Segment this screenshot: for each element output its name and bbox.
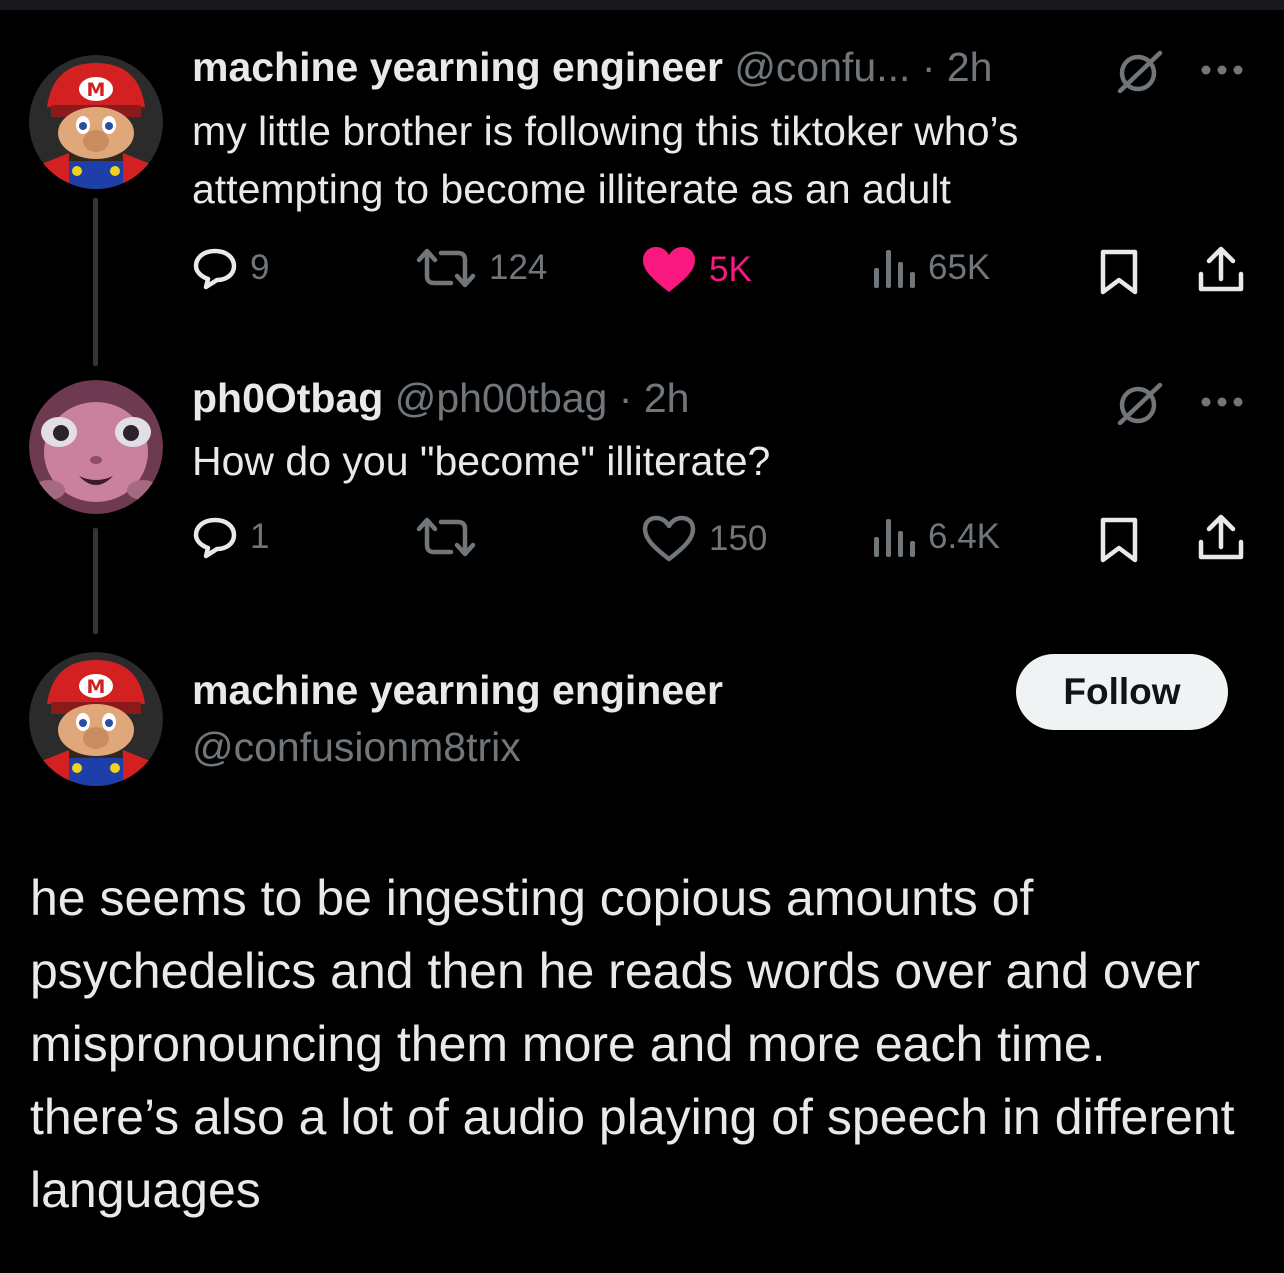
views-icon: [874, 250, 915, 288]
heart-icon: [643, 247, 695, 292]
top-bar: [0, 0, 1284, 10]
tweet2-like-button[interactable]: 150: [641, 515, 767, 563]
reply-icon: [193, 517, 237, 559]
tweet1-repost-button[interactable]: 124: [415, 246, 547, 290]
tweet2-handle[interactable]: @ph00tbag: [395, 375, 608, 421]
tweet1-reply-button[interactable]: 9: [192, 246, 269, 290]
tweet2-text: How do you "become" illiterate?: [192, 438, 771, 484]
bookmark-icon[interactable]: [1098, 249, 1140, 295]
tweet1-views-button[interactable]: 65K: [870, 246, 990, 290]
more-icon[interactable]: [1200, 64, 1248, 76]
tweet1-like-count: 5K: [709, 250, 752, 289]
reply-icon: [193, 248, 237, 290]
avatar-ph0otbag[interactable]: [29, 380, 163, 514]
share-icon[interactable]: [1196, 246, 1246, 294]
repost-icon: [416, 517, 476, 557]
tweet2-like-count: 150: [709, 519, 768, 558]
svg-text:M: M: [87, 79, 106, 101]
tweet1-repost-count: 124: [489, 248, 548, 287]
tweet2-repost-button[interactable]: [415, 515, 489, 559]
bookmark-icon[interactable]: [1098, 517, 1140, 563]
tweet2-reply-count: 1: [250, 517, 270, 556]
avatar-machine-yearning-engineer[interactable]: M: [29, 55, 163, 189]
tweet2-view-count: 6.4K: [928, 517, 1000, 556]
more-icon[interactable]: [1200, 396, 1248, 408]
share-icon[interactable]: [1196, 514, 1246, 562]
grok-icon[interactable]: [1114, 381, 1166, 425]
tweet1-reply-count: 9: [250, 248, 270, 287]
main-handle[interactable]: @confusionm8trix: [192, 724, 521, 771]
grok-icon[interactable]: [1114, 49, 1166, 93]
views-icon: [874, 519, 915, 557]
repost-icon: [416, 248, 476, 288]
tweet2-views-button[interactable]: 6.4K: [870, 515, 1000, 559]
tweet1-time[interactable]: · 2h: [922, 44, 993, 90]
tweet1-like-button[interactable]: 5K: [641, 246, 752, 294]
follow-button[interactable]: Follow: [1016, 654, 1228, 730]
tweet2-header: ph0Otbag @ph00tbag · 2h: [192, 375, 689, 422]
tweet1-header: machine yearning engineer @confu... · 2h: [192, 44, 992, 91]
tweet1-display-name[interactable]: machine yearning engineer: [192, 44, 723, 90]
thread-line: [93, 198, 98, 366]
tweet1-view-count: 65K: [928, 248, 991, 287]
heart-icon: [642, 515, 696, 562]
tweet1-handle[interactable]: @confu...: [734, 44, 910, 90]
tweet2-display-name[interactable]: ph0Otbag: [192, 375, 383, 421]
main-display-name[interactable]: machine yearning engineer: [192, 667, 723, 714]
avatar-machine-yearning-engineer[interactable]: M: [29, 652, 163, 786]
tweet1-text: my little brother is following this tikt…: [192, 108, 1019, 212]
svg-text:M: M: [87, 676, 106, 698]
main-tweet-text: he seems to be ingesting copious amounts…: [30, 870, 1235, 1218]
tweet2-reply-button[interactable]: 1: [192, 515, 269, 559]
tweet2-time[interactable]: · 2h: [619, 375, 690, 421]
thread-line: [93, 528, 98, 634]
